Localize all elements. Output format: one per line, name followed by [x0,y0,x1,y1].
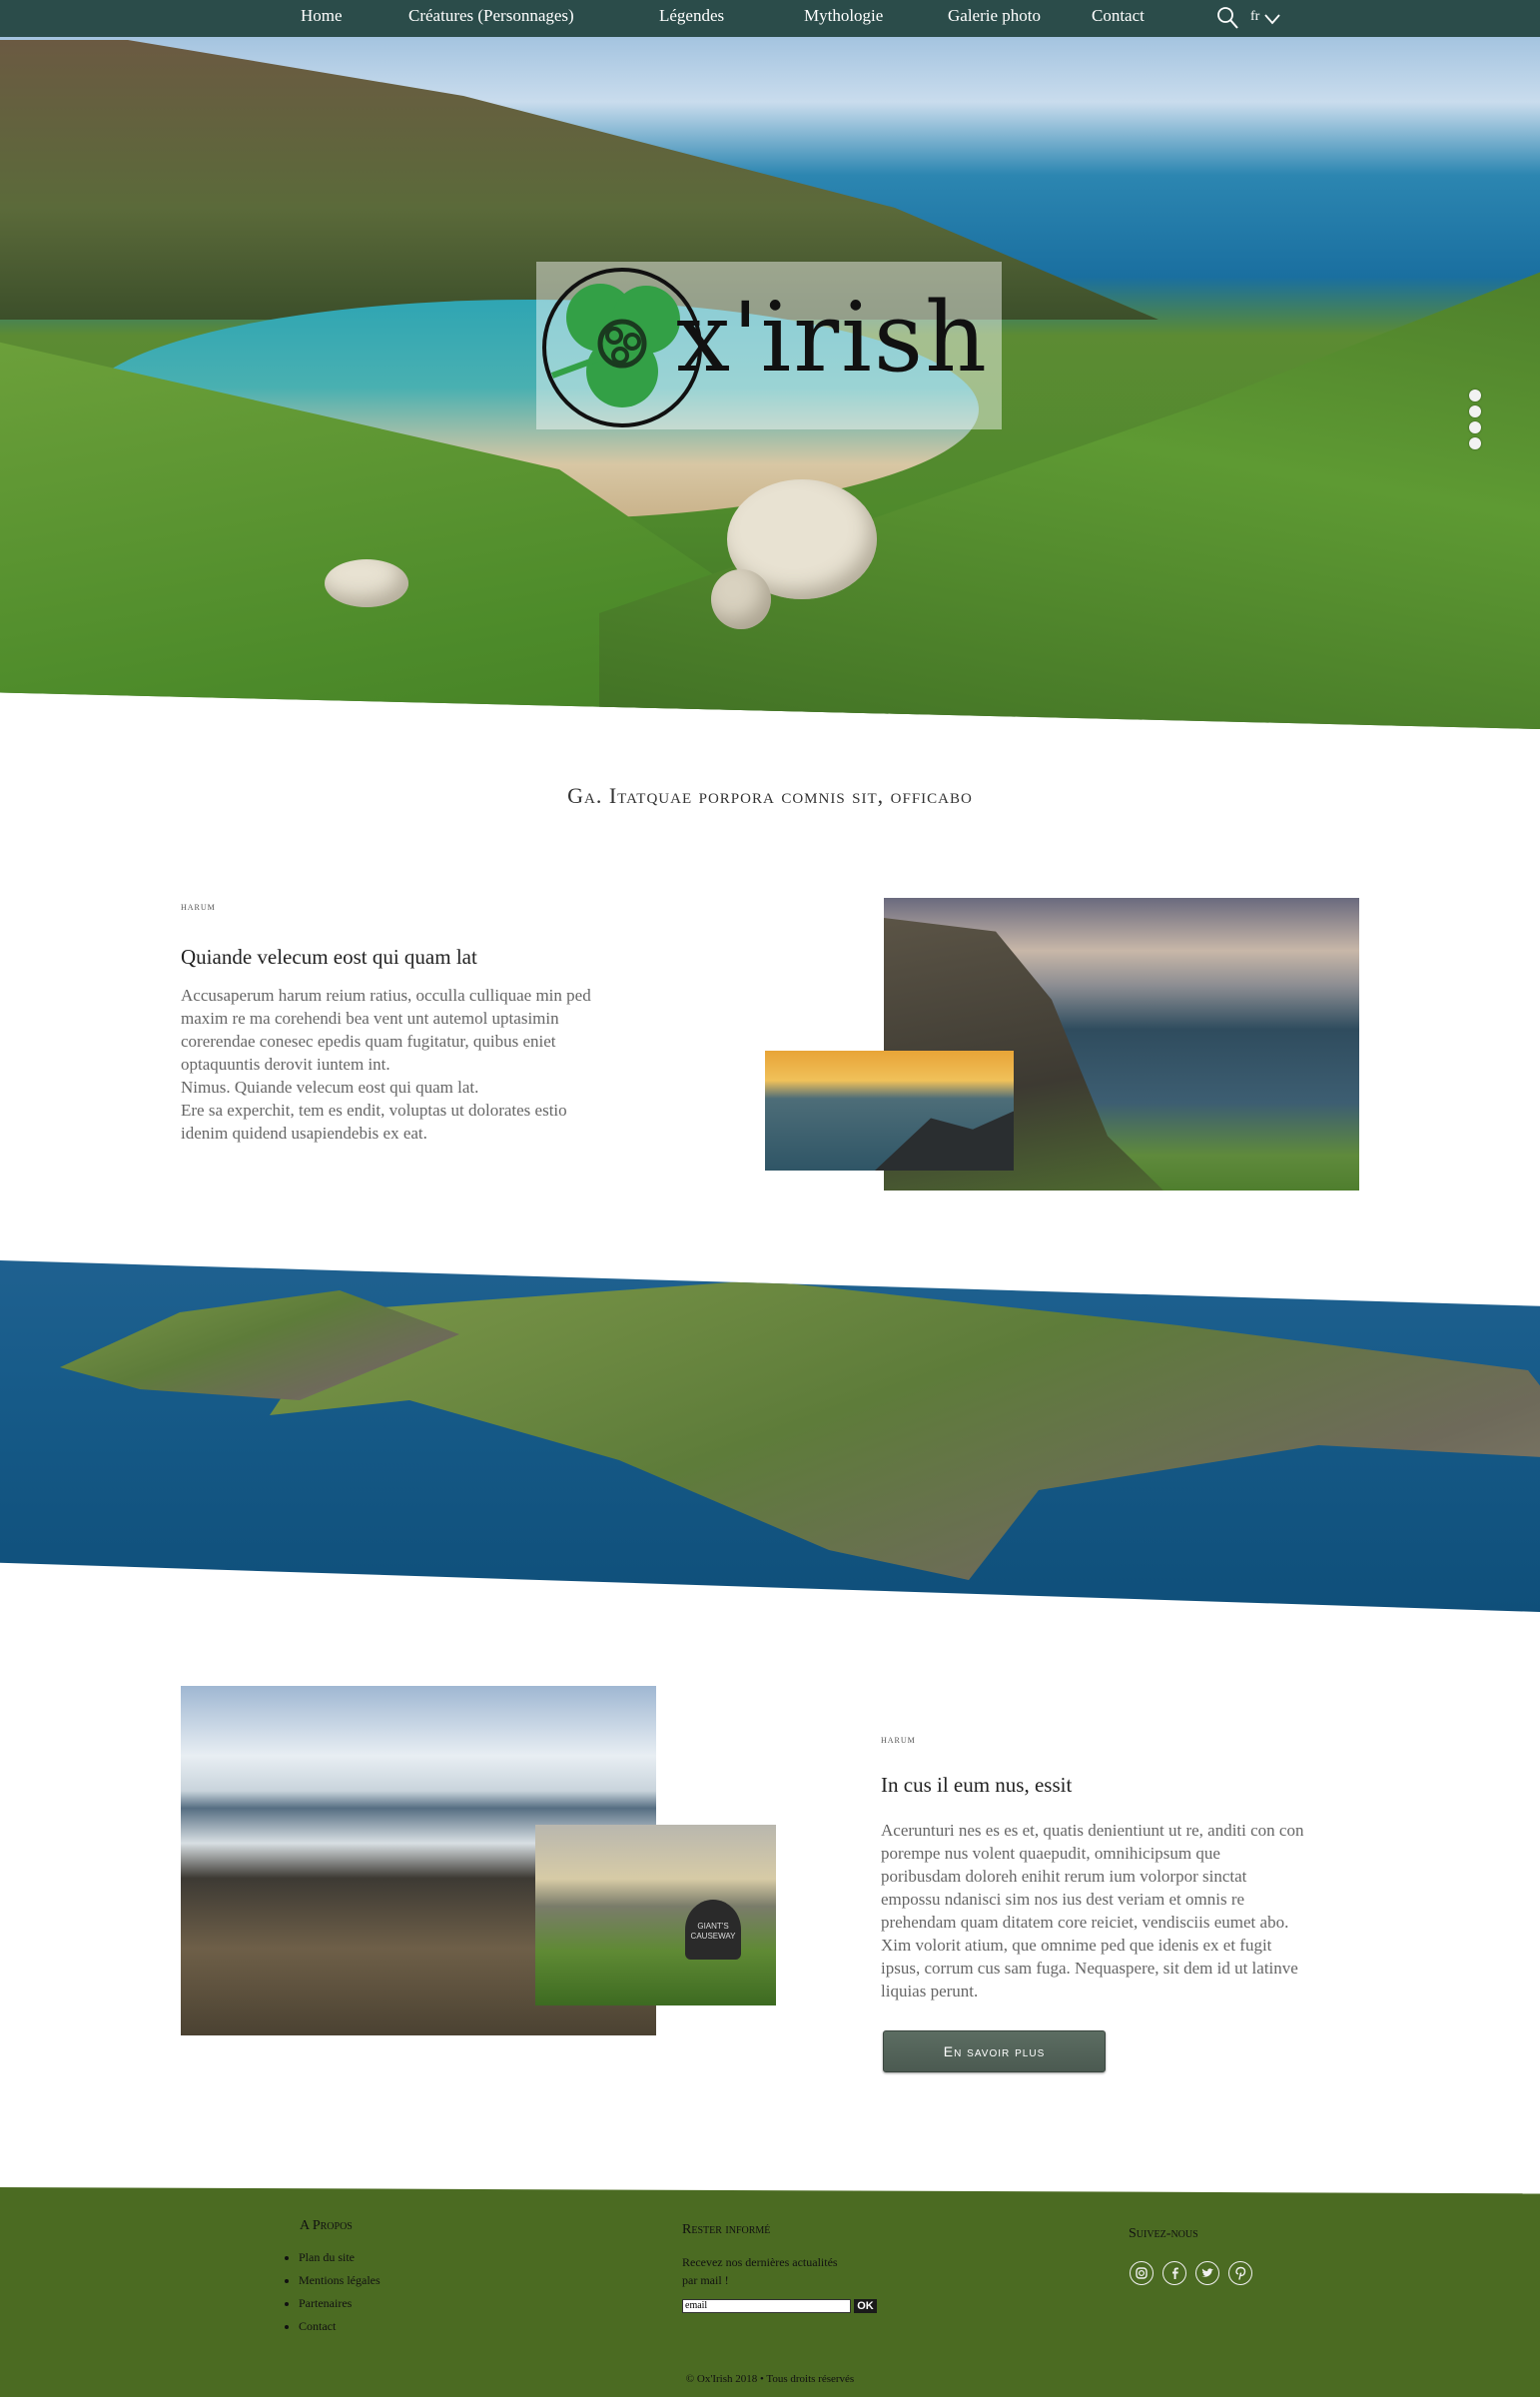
nav-legendes[interactable]: Légendes [659,6,724,26]
section2-kicker: harum [881,1732,916,1746]
site-footer [0,2187,1540,2397]
coastline-panorama [0,1260,1540,1612]
footer-social-title: Suivez-nous [1129,2226,1198,2241]
slider-dot-1[interactable] [1469,390,1481,401]
slider-dot-4[interactable] [1469,437,1481,449]
footer-link-contact[interactable]: Contact [299,2315,381,2338]
section2-text: Acerunturi nes es es et, quatis denienti… [881,1821,1304,2000]
nav-home[interactable]: Home [301,6,343,26]
sheep-head-image [711,569,771,629]
search-icon[interactable] [1216,6,1238,34]
footer-newsletter-text: Recevez nos dernières actualités par mai… [682,2255,838,2287]
footer-link-partenaires[interactable]: Partenaires [299,2292,381,2315]
sunset-coast-photo[interactable] [765,1051,1014,1171]
newsletter-email-input[interactable]: email [682,2299,851,2313]
nav-creatures[interactable]: Créatures (Personnages) [408,6,574,26]
top-navigation: Home Créatures (Personnages) Légendes My… [0,0,1540,37]
nav-mythologie[interactable]: Mythologie [804,6,883,26]
twitter-icon[interactable] [1195,2261,1219,2285]
footer-about-links: Plan du site Mentions légales Partenaire… [285,2246,381,2338]
newsletter-ok-button[interactable]: OK [854,2299,877,2313]
section-tagline: Ga. Itatquae porpora comnis sit, officab… [567,783,973,808]
causeway-sign: GIANT'S CAUSEWAY [685,1900,741,1960]
logo-text: x'irish [676,282,989,394]
sheep-small-image [325,559,408,607]
language-selector[interactable]: fr [1250,9,1259,25]
facebook-icon[interactable] [1162,2261,1186,2285]
section1-text: Accusaperum harum reium ratius, occulla … [181,986,591,1143]
instagram-icon[interactable] [1130,2261,1154,2285]
slider-dot-3[interactable] [1469,421,1481,433]
site-logo[interactable]: x'irish [536,262,1002,429]
chevron-down-icon[interactable] [1264,10,1280,29]
section2-title: In cus il eum nus, essit [881,1773,1073,1797]
footer-copyright: © Ox'Irish 2018 • Tous droits réservés [685,2373,855,2385]
section1-title: Quiande velecum eost qui quam lat [181,945,477,969]
footer-link-plan-du-site[interactable]: Plan du site [299,2246,381,2269]
section1-kicker: harum [181,899,216,913]
nav-galerie-photo[interactable]: Galerie photo [948,6,1041,26]
footer-link-mentions-legales[interactable]: Mentions légales [299,2269,381,2292]
slider-dot-2[interactable] [1469,405,1481,417]
causeway-sign-photo[interactable]: GIANT'S CAUSEWAY [535,1825,776,2005]
footer-newsletter-title: Rester informé [682,2222,771,2237]
pinterest-icon[interactable] [1228,2261,1252,2285]
footer-about-title: A Propos [300,2218,353,2233]
en-savoir-plus-button[interactable]: En savoir plus [883,2030,1106,2072]
nav-contact[interactable]: Contact [1092,6,1145,26]
